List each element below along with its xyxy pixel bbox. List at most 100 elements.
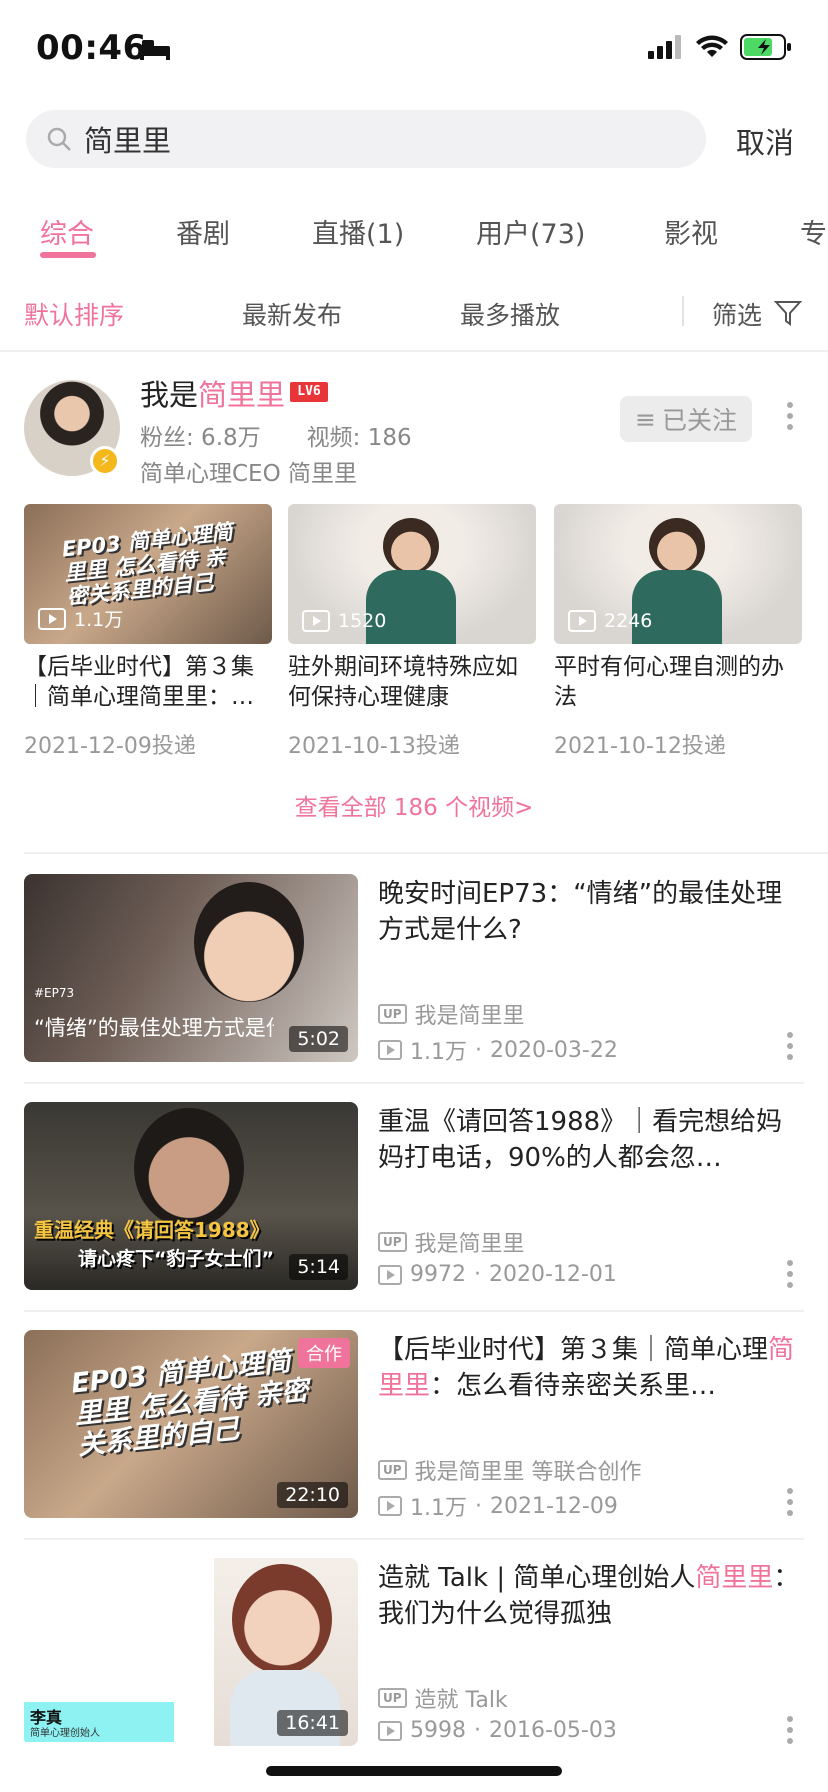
video-title-part: 【后毕业时代】第３集｜简单心理 bbox=[378, 1335, 769, 1365]
meta-dot: · bbox=[474, 1262, 481, 1287]
video-title-highlight: 简里里 bbox=[695, 1563, 774, 1593]
status-icons bbox=[648, 34, 792, 60]
video-duration: 16:41 bbox=[277, 1710, 348, 1736]
thumb-nameplate: 李真 简单心理创始人 bbox=[24, 1702, 174, 1742]
sort-default[interactable]: 默认排序 bbox=[24, 296, 124, 332]
user-stats: 粉丝: 6.8万 视频: 186 bbox=[140, 425, 412, 451]
uploader-name: 造就 Talk bbox=[414, 1688, 508, 1713]
home-indicator bbox=[266, 1766, 562, 1776]
filter-icon[interactable] bbox=[774, 300, 802, 326]
up-icon: UP bbox=[378, 1460, 407, 1480]
play-count: 1.1万 bbox=[410, 1496, 467, 1521]
wifi-icon bbox=[696, 35, 728, 57]
mini-video-thumbnail[interactable]: 2246 bbox=[554, 504, 802, 644]
play-count-icon bbox=[38, 607, 66, 630]
cancel-button[interactable]: 取消 bbox=[736, 120, 794, 162]
tab-users[interactable]: 用户(73) bbox=[476, 212, 585, 251]
meta-dot: · bbox=[475, 1493, 482, 1519]
follow-button[interactable]: ≡ 已关注 bbox=[620, 396, 752, 442]
video-thumbnail[interactable]: #EP73 “情绪”的最佳处理方式是什么 5:02 bbox=[24, 874, 358, 1062]
video-title[interactable]: 晚安时间EP73：“情绪”的最佳处理方式是什么? bbox=[378, 876, 806, 948]
user-more-icon[interactable] bbox=[786, 402, 794, 430]
user-description: 简单心理CEO 简里里 bbox=[140, 461, 358, 487]
uploader[interactable]: UP 造就 Talk bbox=[378, 1682, 508, 1714]
play-count-icon bbox=[302, 610, 330, 632]
signal-icon bbox=[648, 35, 681, 59]
divider bbox=[24, 852, 828, 854]
mini-video-thumbnail[interactable]: EP03 简单心理简里里 怎么看待 亲密关系里的自己 1.1万 bbox=[24, 504, 272, 644]
video-thumbnail[interactable]: 李真 简单心理创始人 16:41 bbox=[24, 1558, 358, 1746]
tab-film[interactable]: 影视 bbox=[664, 212, 718, 251]
mini-play-count: 1520 bbox=[302, 610, 386, 632]
thumb-title-text: EP03 简单心理简里里 怎么看待 亲密关系里的自己 bbox=[69, 1345, 310, 1462]
video-duration: 5:14 bbox=[289, 1254, 348, 1280]
sleep-mode-icon bbox=[138, 36, 172, 66]
thumb-person bbox=[134, 1108, 244, 1228]
video-date: 2020-12-01 bbox=[489, 1262, 617, 1287]
video-more-icon[interactable] bbox=[786, 1716, 794, 1744]
video-more-icon[interactable] bbox=[786, 1260, 794, 1288]
video-meta: 1.1万 · 2021-12-09 bbox=[378, 1490, 618, 1522]
thumb-caption: “情绪”的最佳处理方式是什么 bbox=[34, 1016, 274, 1040]
video-thumbnail[interactable]: 重温经典《请回答1988》 请心疼下“豹子女士们” 5:14 bbox=[24, 1102, 358, 1290]
tab-anime[interactable]: 番剧 bbox=[176, 212, 230, 251]
tab-all[interactable]: 综合 bbox=[40, 212, 94, 251]
tab-live[interactable]: 直播(1) bbox=[312, 212, 404, 251]
mini-play-count: 2246 bbox=[568, 610, 652, 632]
uploader[interactable]: UP 我是简里里 等联合创作 bbox=[378, 1454, 642, 1486]
follow-label: 已关注 bbox=[661, 406, 737, 435]
view-all-videos-link[interactable]: 查看全部 186 个视频> bbox=[0, 788, 828, 822]
thumb-tag: #EP73 bbox=[34, 986, 75, 1000]
up-icon: UP bbox=[378, 1232, 407, 1252]
video-title-part: 造就 Talk | 简单心理创始人 bbox=[378, 1563, 696, 1593]
video-title-part: ：怎么看待亲密关系里… bbox=[430, 1371, 717, 1401]
video-more-icon[interactable] bbox=[786, 1488, 794, 1516]
sort-most-played[interactable]: 最多播放 bbox=[460, 296, 560, 332]
video-title[interactable]: 重温《请回答1988》｜看完想给妈妈打电话，90%的人都会忽… bbox=[378, 1104, 806, 1176]
tab-special[interactable]: 专 bbox=[800, 212, 827, 251]
thumb-line2: 请心疼下“豹子女士们” bbox=[78, 1248, 274, 1270]
thumb-body bbox=[366, 570, 456, 644]
mini-video-date: 2021-10-13投递 bbox=[288, 734, 460, 759]
thumb-line1: 重温经典《请回答1988》 bbox=[34, 1218, 270, 1242]
mini-video-thumbnail[interactable]: 1520 bbox=[288, 504, 536, 644]
play-count-icon bbox=[568, 610, 596, 632]
play-count-icon bbox=[378, 1040, 402, 1060]
thumb-person bbox=[194, 882, 304, 1002]
video-more-icon[interactable] bbox=[786, 1032, 794, 1060]
video-title[interactable]: 【后毕业时代】第３集｜简单心理简里里：怎么看待亲密关系里… bbox=[378, 1332, 806, 1404]
play-count: 9972 bbox=[410, 1262, 466, 1287]
play-count-icon bbox=[378, 1496, 402, 1516]
mini-video-title[interactable]: 平时有何心理自测的办法 bbox=[554, 652, 804, 712]
verified-badge-icon: ⚡ bbox=[90, 446, 120, 476]
video-title[interactable]: 造就 Talk | 简单心理创始人简里里：我们为什么觉得孤独 bbox=[378, 1560, 806, 1632]
play-count: 5998 bbox=[410, 1718, 466, 1743]
uploader[interactable]: UP 我是简里里 bbox=[378, 998, 525, 1030]
filter-button[interactable]: 筛选 bbox=[712, 296, 762, 332]
divider bbox=[24, 1082, 804, 1084]
divider bbox=[24, 1538, 804, 1540]
video-thumbnail[interactable]: EP03 简单心理简里里 怎么看待 亲密关系里的自己 合作 22:10 bbox=[24, 1330, 358, 1518]
thumb-person bbox=[383, 518, 439, 574]
mini-video-title[interactable]: 驻外期间环境特殊应如何保持心理健康 bbox=[288, 652, 538, 712]
thumb-body bbox=[632, 570, 722, 644]
thumb-subtitle: 简单心理创始人 bbox=[30, 1728, 100, 1739]
status-time: 00:46 bbox=[36, 28, 147, 68]
sort-divider bbox=[682, 296, 684, 326]
search-input[interactable]: 简里里 bbox=[26, 110, 706, 168]
search-query: 简里里 bbox=[84, 124, 172, 158]
meta-dot: · bbox=[474, 1718, 481, 1743]
mini-video-date: 2021-10-12投递 bbox=[554, 734, 726, 759]
play-count-icon bbox=[378, 1264, 402, 1285]
uploader[interactable]: UP 我是简里里 bbox=[378, 1226, 525, 1258]
search-icon bbox=[47, 127, 71, 151]
uploader-name: 我是简里里 bbox=[414, 1004, 525, 1029]
user-name-highlight: 简里里 bbox=[198, 378, 286, 412]
mini-video-title[interactable]: 【后毕业时代】第３集｜简单心理简里里：… bbox=[24, 652, 274, 712]
user-name[interactable]: 我是简里里 bbox=[140, 372, 285, 414]
sort-newest[interactable]: 最新发布 bbox=[242, 296, 342, 332]
tab-indicator bbox=[40, 252, 96, 258]
video-date: 2016-05-03 bbox=[489, 1718, 617, 1743]
video-meta: 9972 · 2020-12-01 bbox=[378, 1262, 617, 1287]
video-date: 2021-12-09 bbox=[490, 1493, 618, 1519]
